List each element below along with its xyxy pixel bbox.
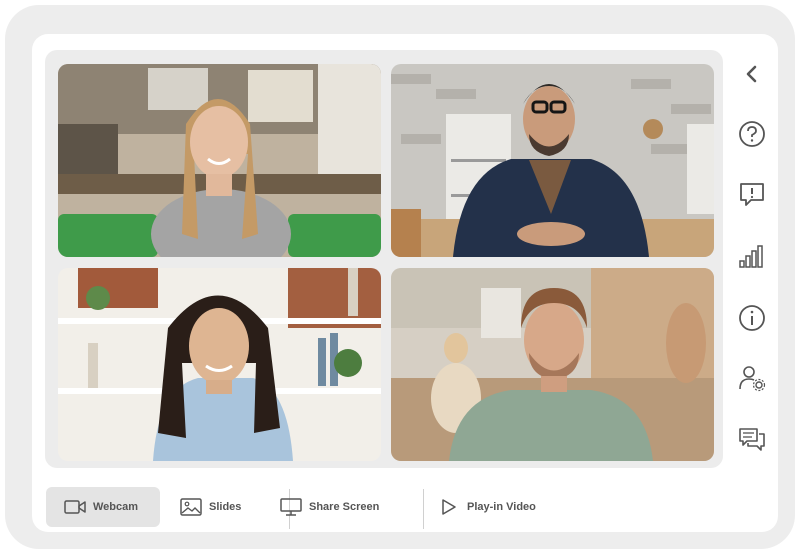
monitor-icon — [280, 498, 302, 516]
slides-button[interactable]: Slides — [180, 487, 260, 527]
chat-icon — [739, 428, 765, 451]
signal-bars-icon — [739, 245, 763, 268]
share-screen-button[interactable]: Share Screen — [280, 487, 400, 527]
toolbar-divider — [423, 489, 424, 529]
feedback-icon — [740, 183, 764, 206]
image-icon — [180, 498, 202, 516]
video-tile-4[interactable] — [391, 268, 714, 461]
chat-button[interactable] — [736, 424, 768, 456]
app-screen: Webcam Slides Share Screen Play-in Video — [32, 34, 778, 532]
device-frame: Webcam Slides Share Screen Play-in Video — [5, 5, 795, 549]
user-settings-icon — [739, 366, 766, 392]
video-tile-2[interactable] — [391, 64, 714, 257]
signal-button[interactable] — [736, 240, 768, 272]
chevron-left-icon — [746, 65, 757, 83]
play-in-video-label: Play-in Video — [467, 501, 536, 513]
sidebar — [732, 50, 772, 470]
video-tile-3[interactable] — [58, 268, 381, 461]
source-toolbar: Webcam Slides Share Screen Play-in Video — [40, 483, 740, 529]
webcam-button[interactable]: Webcam — [46, 487, 160, 527]
webcam-label: Webcam — [93, 501, 139, 513]
camera-icon — [64, 500, 86, 514]
slides-label: Slides — [209, 501, 242, 513]
feedback-button[interactable] — [736, 178, 768, 210]
play-in-video-button[interactable]: Play-in Video — [438, 487, 548, 527]
participant-video-3 — [58, 268, 381, 461]
help-button[interactable] — [736, 118, 768, 150]
participant-video-4 — [391, 268, 714, 461]
play-icon — [442, 499, 456, 515]
share-screen-label: Share Screen — [309, 501, 380, 513]
participant-video-1 — [58, 64, 381, 257]
info-button[interactable] — [736, 302, 768, 334]
video-grid — [45, 50, 723, 468]
help-icon — [739, 121, 765, 147]
info-icon — [739, 305, 765, 331]
participant-video-2 — [391, 64, 714, 257]
collapse-button[interactable] — [736, 58, 768, 90]
video-tile-1[interactable] — [58, 64, 381, 257]
user-settings-button[interactable] — [736, 362, 768, 394]
